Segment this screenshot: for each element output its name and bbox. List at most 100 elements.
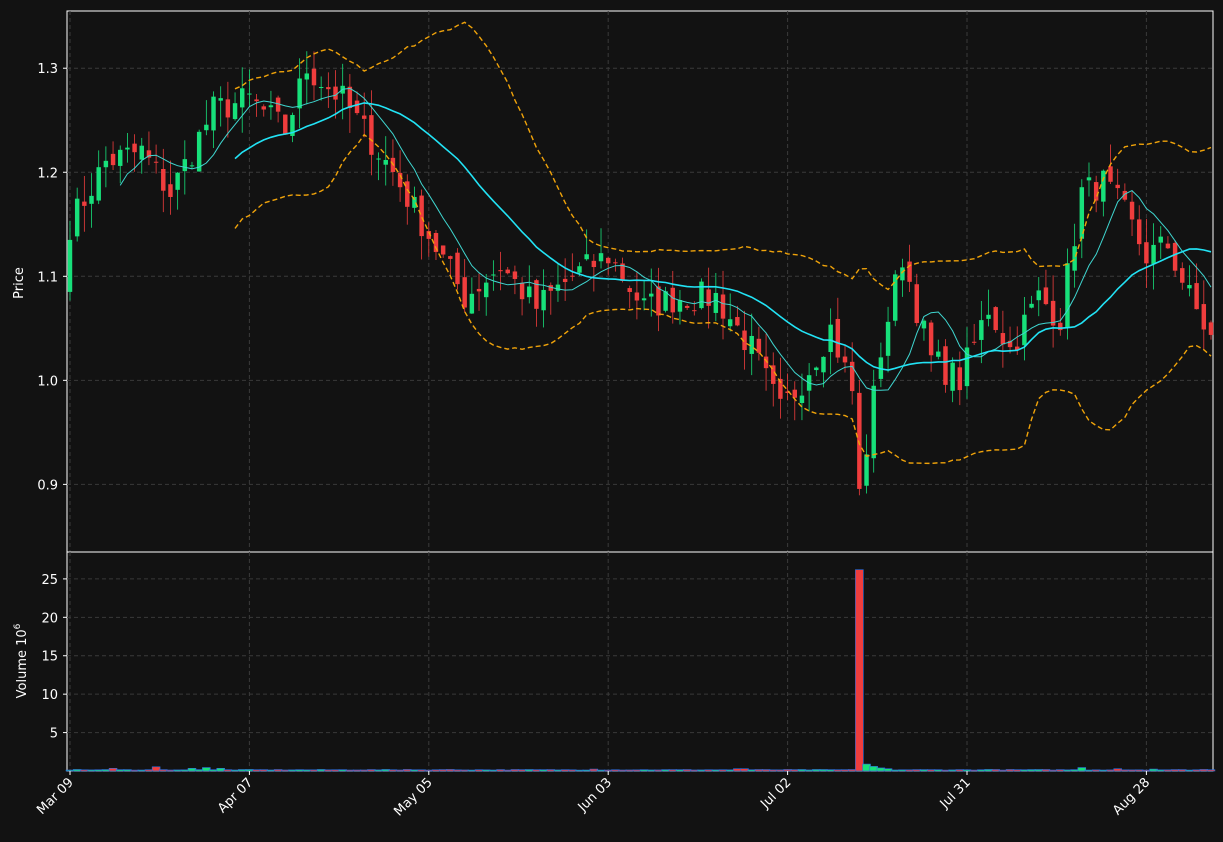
- candle-body: [871, 385, 876, 459]
- volume-bar: [1127, 769, 1137, 772]
- volume-bar: [510, 769, 520, 772]
- candle-body: [125, 147, 130, 150]
- candle-body: [139, 145, 144, 160]
- candle-body: [419, 195, 424, 237]
- volume-bar: [1027, 769, 1036, 772]
- candle-body: [182, 159, 188, 172]
- volume-bar: [367, 769, 376, 772]
- candle-body: [1194, 283, 1199, 310]
- volume-bar: [603, 769, 613, 772]
- volume-bar: [1156, 769, 1165, 772]
- candle-body: [957, 367, 963, 391]
- volume-bar: [388, 769, 398, 772]
- candle-body: [699, 281, 704, 309]
- candle-body: [1029, 303, 1034, 308]
- volume-bar: [151, 766, 161, 772]
- volume-bar: [108, 768, 118, 772]
- volume-bar: [166, 769, 175, 772]
- candle-body: [555, 284, 561, 291]
- volume-bar: [890, 769, 900, 772]
- volume-bar: [596, 769, 606, 772]
- candle-body: [1036, 290, 1041, 301]
- volume-bar: [1134, 769, 1144, 772]
- volume-bar: [446, 769, 455, 772]
- volume-bar: [481, 769, 491, 772]
- volume-bar: [812, 769, 821, 772]
- candle-body: [283, 114, 288, 135]
- x-tick-label: Jul 02: [757, 775, 794, 812]
- volume-bar: [316, 769, 326, 772]
- candle-body: [333, 86, 338, 100]
- candle-body: [440, 245, 446, 255]
- volume-bar: [72, 769, 82, 772]
- volume-bar: [1034, 769, 1044, 772]
- volume-bar: [281, 769, 290, 772]
- volume-bar: [331, 769, 340, 772]
- candle-body: [735, 317, 740, 326]
- volume-bar: [144, 769, 154, 772]
- volume-bar: [1185, 769, 1194, 772]
- price-panel: 0.9 1.0 1.1 1.2 1.3: [37, 10, 1214, 553]
- candle-body: [82, 201, 87, 206]
- volume-bar: [589, 768, 599, 772]
- volume-bar: [639, 769, 649, 772]
- volume-bar: [288, 769, 297, 772]
- candle-body: [448, 256, 453, 259]
- volume-bar: [252, 769, 261, 772]
- candle-body: [663, 291, 668, 311]
- volume-bar: [467, 769, 477, 772]
- volume-axis-label-exponent: 6: [13, 623, 23, 629]
- candle-body: [692, 310, 697, 312]
- candle-body: [239, 88, 245, 108]
- volume-bar: [187, 768, 197, 772]
- volume-panel: 5 10 15 20 25: [41, 551, 1216, 772]
- candle-body: [369, 115, 374, 155]
- x-tick-label: Apr 07: [215, 775, 256, 816]
- volume-bar: [1170, 769, 1180, 772]
- volume-bar: [474, 769, 484, 772]
- volume-bar: [1192, 769, 1201, 772]
- candle-body: [993, 307, 998, 331]
- volume-bar: [668, 769, 678, 772]
- volume-bar: [532, 769, 541, 772]
- volume-bar: [438, 769, 448, 772]
- volume-bar: [632, 769, 642, 772]
- candle-body: [469, 293, 475, 314]
- volume-bar: [173, 769, 182, 772]
- candle-body: [455, 252, 460, 285]
- volume-bar: [826, 769, 835, 772]
- volume-tick-label: 5: [50, 727, 58, 742]
- volume-bar: [704, 769, 713, 772]
- candle-body: [799, 395, 805, 404]
- candle-body: [168, 184, 173, 197]
- volume-bar: [991, 769, 1000, 772]
- candle-body: [577, 266, 582, 273]
- candle-body: [641, 298, 647, 301]
- volume-bar: [560, 769, 570, 772]
- candle-body: [361, 115, 367, 119]
- candle-body: [900, 267, 905, 281]
- candle-body: [297, 78, 302, 109]
- volume-bar: [345, 769, 355, 772]
- volume-bar: [374, 769, 383, 772]
- candle-body: [720, 294, 726, 319]
- candle-body: [153, 161, 159, 163]
- volume-tick-label: 10: [41, 688, 58, 703]
- volume-bar: [202, 767, 211, 772]
- candle-body: [677, 300, 683, 312]
- volume-bar: [1091, 769, 1101, 772]
- volume-bar: [245, 769, 254, 772]
- volume-bar: [568, 769, 577, 772]
- volume-bar: [553, 769, 563, 772]
- candle-body: [347, 86, 353, 109]
- candle-body: [670, 287, 676, 313]
- x-tick-label: May 05: [391, 775, 435, 819]
- volume-bar: [309, 769, 319, 772]
- volume-bar: [123, 769, 132, 772]
- candle-body: [1136, 219, 1142, 245]
- volume-bar: [647, 769, 656, 772]
- candle-body: [376, 158, 381, 160]
- candle-body: [627, 288, 632, 292]
- volume-bar: [496, 769, 505, 772]
- volume-bar: [137, 769, 147, 772]
